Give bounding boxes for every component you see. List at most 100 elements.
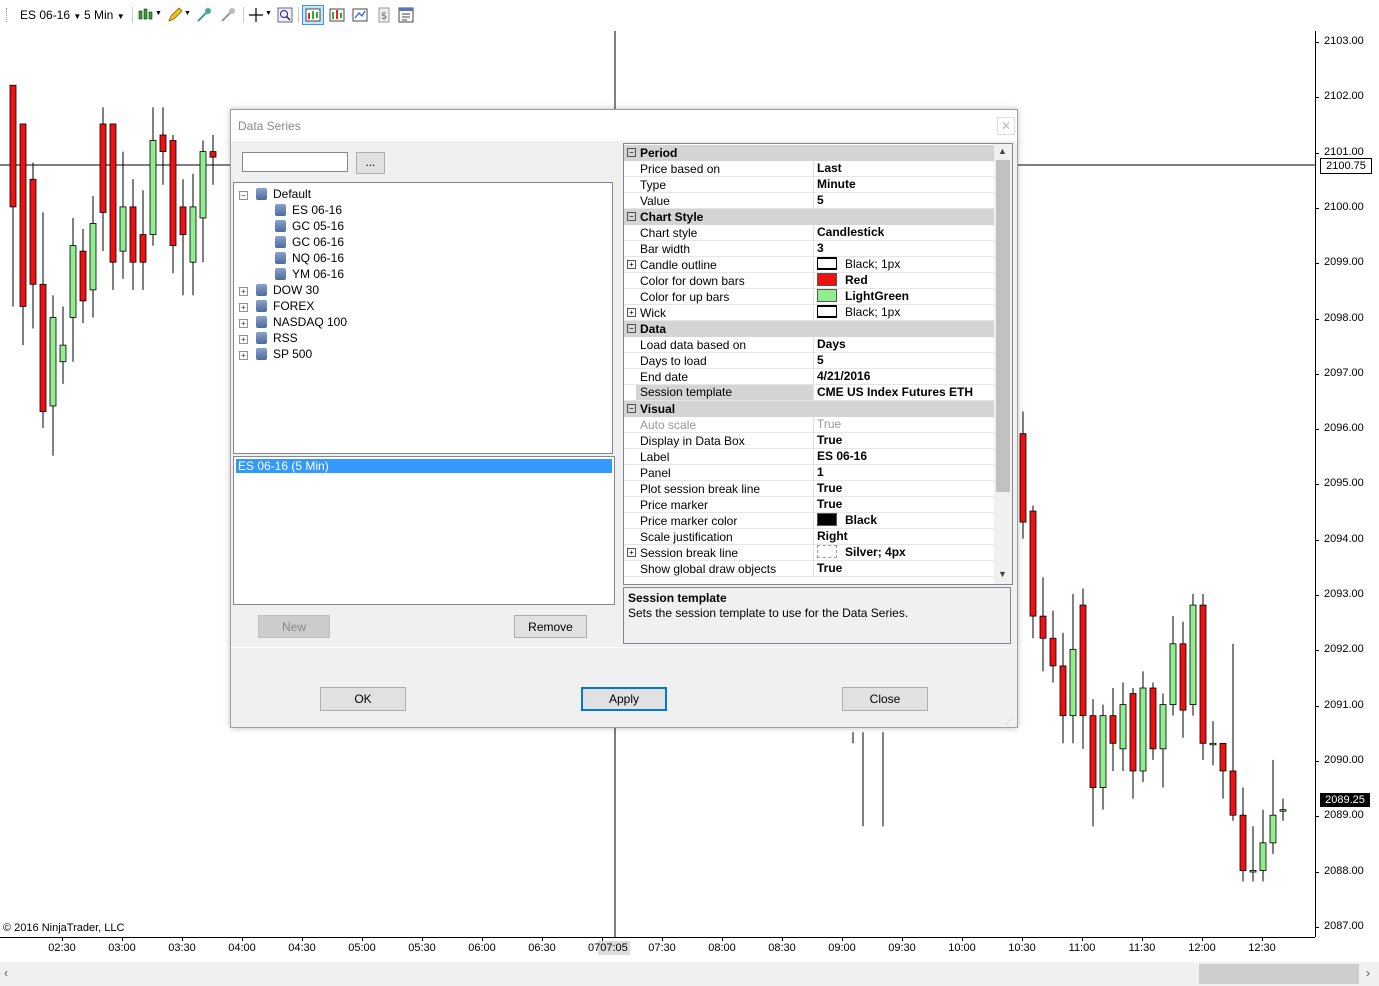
- scrollbar-thumb[interactable]: [1199, 964, 1359, 984]
- tree-item-list[interactable]: FOREX: [256, 299, 314, 313]
- expand-icon[interactable]: +: [627, 548, 636, 557]
- property-value[interactable]: Minute: [813, 177, 994, 192]
- tree-item-list[interactable]: Default: [256, 187, 311, 201]
- crosshair-icon[interactable]: [248, 7, 264, 23]
- property-category[interactable]: − Visual: [624, 401, 994, 417]
- ok-button[interactable]: OK: [320, 687, 406, 711]
- expand-icon[interactable]: +: [627, 260, 636, 269]
- tree-item-list[interactable]: SP 500: [256, 347, 312, 361]
- instrument-selector[interactable]: ES 06-16 ▼: [20, 8, 81, 22]
- strategy-icon[interactable]: [220, 7, 236, 23]
- property-grid[interactable]: − Period Price based on Last Type Minute Value…: [623, 143, 1013, 585]
- property-value[interactable]: Red: [813, 273, 994, 288]
- resize-grip-icon[interactable]: ⋰: [1005, 715, 1015, 725]
- property-value[interactable]: Black; 1px: [813, 305, 994, 320]
- property-row[interactable]: Days to load 5: [624, 353, 994, 369]
- property-value[interactable]: True: [813, 481, 994, 496]
- property-row[interactable]: Session template CME US Index Futures ETH: [624, 385, 994, 401]
- interval-selector[interactable]: 5 Min ▼: [84, 8, 125, 22]
- property-row[interactable]: Price marker color Black: [624, 513, 994, 529]
- property-category[interactable]: − Chart Style: [624, 209, 994, 225]
- new-button[interactable]: New: [258, 615, 330, 638]
- scrollbar-thumb[interactable]: [996, 160, 1010, 492]
- expand-icon[interactable]: +: [239, 351, 248, 360]
- collapse-icon[interactable]: −: [239, 191, 248, 200]
- property-value[interactable]: 5: [813, 193, 994, 208]
- indicators-icon[interactable]: [329, 7, 345, 23]
- pencil-icon[interactable]: [167, 7, 183, 23]
- property-value[interactable]: Silver; 4px: [813, 545, 994, 560]
- apply-button[interactable]: Apply: [581, 687, 667, 711]
- zoom-icon[interactable]: [277, 7, 293, 23]
- scroll-right-icon[interactable]: ›: [1366, 966, 1370, 980]
- expand-icon[interactable]: +: [239, 287, 248, 296]
- property-value[interactable]: True: [813, 417, 994, 432]
- property-value[interactable]: 3: [813, 241, 994, 256]
- property-value[interactable]: LightGreen: [813, 289, 994, 304]
- property-row[interactable]: Show global draw objects True: [624, 561, 994, 577]
- list-item[interactable]: ES 06-16 (5 Min): [236, 459, 612, 473]
- collapse-icon[interactable]: −: [627, 404, 636, 413]
- property-grid-scrollbar[interactable]: ▲ ▼: [994, 144, 1012, 584]
- expand-icon[interactable]: +: [239, 319, 248, 328]
- properties-icon[interactable]: [398, 7, 414, 23]
- property-row[interactable]: Scale justification Right: [624, 529, 994, 545]
- property-row[interactable]: Display in Data Box True: [624, 433, 994, 449]
- tree-item-instrument[interactable]: YM 06-16: [275, 267, 344, 281]
- property-row[interactable]: Type Minute: [624, 177, 994, 193]
- instrument-tree[interactable]: − Default ES 06-16 GC 05-16 GC 06-16 NQ 06-16…: [233, 182, 613, 454]
- property-value[interactable]: Last: [813, 161, 994, 176]
- property-value[interactable]: Right: [813, 529, 994, 544]
- property-value[interactable]: Days: [813, 337, 994, 352]
- expand-icon[interactable]: +: [239, 303, 248, 312]
- data-series-button[interactable]: [302, 5, 324, 25]
- property-value[interactable]: True: [813, 433, 994, 448]
- tree-item-instrument[interactable]: GC 06-16: [275, 235, 344, 249]
- property-row[interactable]: End date 4/21/2016: [624, 369, 994, 385]
- property-value[interactable]: True: [813, 497, 994, 512]
- property-category[interactable]: − Data: [624, 321, 994, 337]
- property-row[interactable]: + Wick Black; 1px: [624, 305, 994, 321]
- property-row[interactable]: + Session break line Silver; 4px: [624, 545, 994, 561]
- add-indicator-icon[interactable]: [196, 7, 212, 23]
- configured-series-list[interactable]: ES 06-16 (5 Min): [233, 456, 615, 605]
- tree-item-list[interactable]: RSS: [256, 331, 298, 345]
- instrument-search-input[interactable]: [242, 152, 348, 172]
- collapse-icon[interactable]: −: [627, 212, 636, 221]
- chevron-down-icon[interactable]: ▼: [265, 10, 272, 17]
- property-row[interactable]: Price marker True: [624, 497, 994, 513]
- property-value[interactable]: ES 06-16: [813, 449, 994, 464]
- chevron-down-icon[interactable]: ▼: [184, 10, 191, 17]
- property-value[interactable]: 4/21/2016: [813, 369, 994, 384]
- collapse-icon[interactable]: −: [627, 324, 636, 333]
- tree-item-instrument[interactable]: NQ 06-16: [275, 251, 344, 265]
- property-value[interactable]: Candlestick: [813, 225, 994, 240]
- collapse-icon[interactable]: −: [627, 148, 636, 157]
- property-row[interactable]: Bar width 3: [624, 241, 994, 257]
- dollar-icon[interactable]: $: [376, 7, 392, 23]
- tree-item-instrument[interactable]: ES 06-16: [275, 203, 342, 217]
- property-value[interactable]: CME US Index Futures ETH: [813, 385, 994, 400]
- scroll-down-icon[interactable]: ▼: [998, 569, 1007, 579]
- scroll-up-icon[interactable]: ▲: [998, 146, 1007, 156]
- time-axis[interactable]: 07:05 02:30 03:00 03:30 04:00 04:30 05:00 05:3…: [0, 937, 1315, 963]
- expand-icon[interactable]: +: [239, 335, 248, 344]
- property-value[interactable]: Black: [813, 513, 994, 528]
- property-category[interactable]: − Period: [624, 145, 994, 161]
- property-value[interactable]: True: [813, 561, 994, 576]
- property-row[interactable]: Value 5: [624, 193, 994, 209]
- tree-item-instrument[interactable]: GC 05-16: [275, 219, 344, 233]
- property-row[interactable]: Label ES 06-16: [624, 449, 994, 465]
- horizontal-scrollbar[interactable]: ‹ ›: [0, 962, 1379, 986]
- toolbar-grip[interactable]: [6, 8, 9, 22]
- property-value[interactable]: Black; 1px: [813, 257, 994, 272]
- tree-item-list[interactable]: DOW 30: [256, 283, 319, 297]
- property-value[interactable]: 5: [813, 353, 994, 368]
- property-row[interactable]: Price based on Last: [624, 161, 994, 177]
- expand-icon[interactable]: +: [627, 308, 636, 317]
- price-axis[interactable]: 2100.75 2089.25 2103.00 2102.00 2101.00 210…: [1315, 31, 1379, 937]
- strategies-icon[interactable]: [352, 7, 368, 23]
- property-row[interactable]: Auto scale True: [624, 417, 994, 433]
- property-row[interactable]: Color for down bars Red: [624, 273, 994, 289]
- property-row[interactable]: Chart style Candlestick: [624, 225, 994, 241]
